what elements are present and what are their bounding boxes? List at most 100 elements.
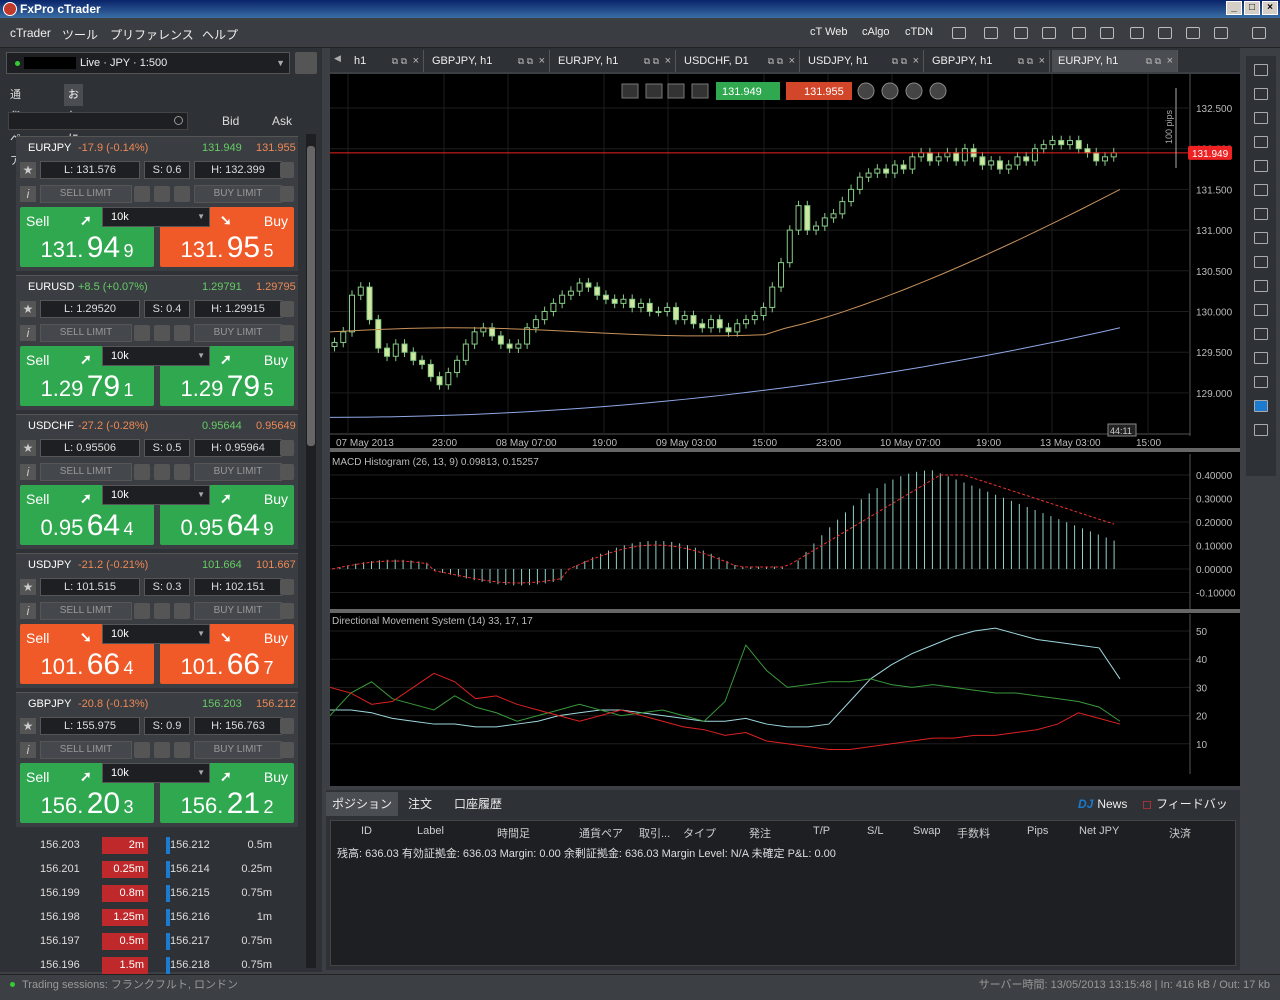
symbol-card-eurusd[interactable]: EURUSD +8.5 (+0.07%) 1.29791 1.29795 ★ L…: [16, 275, 298, 410]
column-header[interactable]: Pips: [1027, 825, 1048, 837]
channel-icon[interactable]: [1254, 304, 1268, 316]
star-icon[interactable]: ★: [20, 440, 36, 456]
symbol-card-usdjpy[interactable]: USDJPY -21.2 (-0.21%) 101.664 101.667 ★ …: [16, 553, 298, 688]
list-icon[interactable]: [154, 464, 170, 480]
minimize-button[interactable]: _: [1226, 1, 1242, 15]
popout-icon[interactable]: ⧉ ⧉: [1146, 50, 1161, 72]
column-header[interactable]: ID: [361, 825, 372, 837]
crosshair-icon[interactable]: [1254, 160, 1268, 172]
close-icon[interactable]: ×: [1039, 50, 1045, 72]
star-icon[interactable]: ★: [20, 162, 36, 178]
price-chart-svg[interactable]: 132.500132.000131.500131.000130.500130.0…: [329, 74, 1240, 786]
symbol-search-input[interactable]: [8, 112, 188, 130]
grid-icon[interactable]: [134, 186, 150, 202]
column-header[interactable]: S/L: [867, 825, 884, 837]
user-icon[interactable]: [295, 52, 317, 74]
ct-web-link[interactable]: cT Web: [810, 26, 848, 38]
notes-small-icon[interactable]: [280, 742, 294, 758]
info-icon[interactable]: i: [20, 186, 36, 202]
close-icon[interactable]: ×: [789, 50, 795, 72]
notes-small-icon[interactable]: [280, 325, 294, 341]
close-icon[interactable]: ×: [413, 50, 419, 72]
notes-small-icon[interactable]: [280, 464, 294, 480]
split-icon[interactable]: [1254, 112, 1268, 124]
symbol-list-scrollbar[interactable]: [306, 134, 316, 968]
news-button[interactable]: DJ News: [1072, 792, 1133, 816]
rectangle-icon[interactable]: [1254, 328, 1268, 340]
column-header[interactable]: T/P: [813, 825, 830, 837]
chart-tab-5[interactable]: GBPJPY, h1 ⧉ ⧉ ×: [926, 50, 1050, 72]
star-icon[interactable]: ★: [20, 301, 36, 317]
hand-icon[interactable]: [1100, 27, 1114, 39]
close-icon[interactable]: ×: [665, 50, 671, 72]
chat-icon[interactable]: [1014, 27, 1028, 39]
mini-chart-icon[interactable]: [280, 718, 294, 734]
tab-orders[interactable]: 注文: [402, 792, 438, 816]
list-icon[interactable]: [154, 325, 170, 341]
close-icon[interactable]: ×: [539, 50, 545, 72]
ellipse-icon[interactable]: [1254, 352, 1268, 364]
column-header[interactable]: 決済: [1169, 825, 1191, 841]
lines-icon[interactable]: [174, 325, 190, 341]
mini-chart-icon[interactable]: [280, 579, 294, 595]
sell-limit-button[interactable]: SELL LIMIT: [40, 463, 132, 481]
chart-tab-1[interactable]: GBPJPY, h1 ⧉ ⧉ ×: [426, 50, 550, 72]
volume-selector[interactable]: 10k ▼: [102, 207, 210, 227]
vertical-line-icon[interactable]: [1254, 208, 1268, 220]
chart-tab-4[interactable]: USDJPY, h1 ⧉ ⧉ ×: [802, 50, 924, 72]
list-icon[interactable]: [154, 603, 170, 619]
keyboard-icon[interactable]: [1130, 27, 1144, 39]
column-header[interactable]: 通貨ペア: [579, 825, 623, 841]
info-icon[interactable]: i: [20, 325, 36, 341]
zoom-icon[interactable]: [1254, 184, 1268, 196]
trend-line-icon[interactable]: [1254, 256, 1268, 268]
column-header[interactable]: Label: [417, 825, 444, 837]
star-icon[interactable]: ★: [20, 718, 36, 734]
symbol-card-eurjpy[interactable]: EURJPY -17.9 (-0.14%) 131.949 131.955 ★ …: [16, 136, 298, 271]
window-icon[interactable]: [1254, 88, 1268, 100]
popout-icon[interactable]: ⧉ ⧉: [768, 50, 783, 72]
menu-tools[interactable]: ツール: [62, 26, 98, 43]
fullscreen-icon[interactable]: [1252, 27, 1266, 39]
mini-chart-icon[interactable]: [280, 301, 294, 317]
grid-icon[interactable]: [134, 464, 150, 480]
chart-tab-2[interactable]: EURJPY, h1 ⧉ ⧉ ×: [552, 50, 676, 72]
symbol-card-gbpjpy[interactable]: GBPJPY -20.8 (-0.13%) 156.203 156.212 ★ …: [16, 692, 298, 827]
language-icon[interactable]: [1186, 27, 1200, 39]
popout-icon[interactable]: ⧉ ⧉: [644, 50, 659, 72]
close-icon[interactable]: ×: [1167, 50, 1173, 72]
tab-favorites[interactable]: お気に入り: [64, 84, 83, 189]
column-header[interactable]: Swap: [913, 825, 941, 837]
cloud-settings-icon[interactable]: [1042, 27, 1056, 39]
camera-icon[interactable]: [1254, 424, 1268, 436]
lines-icon[interactable]: [174, 464, 190, 480]
close-icon[interactable]: ×: [913, 50, 919, 72]
mini-chart-icon[interactable]: [280, 162, 294, 178]
buy-limit-button[interactable]: BUY LIMIT: [194, 185, 282, 203]
sell-limit-button[interactable]: SELL LIMIT: [40, 324, 132, 342]
column-header[interactable]: 時間足: [497, 825, 530, 841]
scrollbar-thumb[interactable]: [307, 146, 315, 446]
popout-icon[interactable]: ⧉ ⧉: [1018, 50, 1033, 72]
text-icon[interactable]: [1254, 376, 1268, 388]
close-window-button[interactable]: ×: [1262, 1, 1278, 15]
list-icon[interactable]: [154, 742, 170, 758]
tab-history[interactable]: 口座履歴: [448, 792, 508, 816]
column-header[interactable]: タイプ: [683, 825, 716, 841]
feedback-button[interactable]: ◻フィードバック: [1136, 792, 1240, 835]
lines-icon[interactable]: [174, 742, 190, 758]
notes-icon[interactable]: [952, 27, 966, 39]
grid-icon[interactable]: [134, 742, 150, 758]
calgo-link[interactable]: cAlgo: [862, 26, 890, 38]
grid-icon[interactable]: [134, 325, 150, 341]
layout-grid-icon[interactable]: [1254, 64, 1268, 76]
column-header[interactable]: 手数料: [957, 825, 990, 841]
cursor-icon[interactable]: [1254, 136, 1268, 148]
info-icon[interactable]: i: [20, 464, 36, 480]
tools-icon[interactable]: [1072, 27, 1086, 39]
sell-limit-button[interactable]: SELL LIMIT: [40, 185, 132, 203]
star-icon[interactable]: ★: [20, 579, 36, 595]
layout-icon[interactable]: [1214, 27, 1228, 39]
ctdn-link[interactable]: cTDN: [905, 26, 933, 38]
maximize-button[interactable]: □: [1244, 1, 1260, 15]
